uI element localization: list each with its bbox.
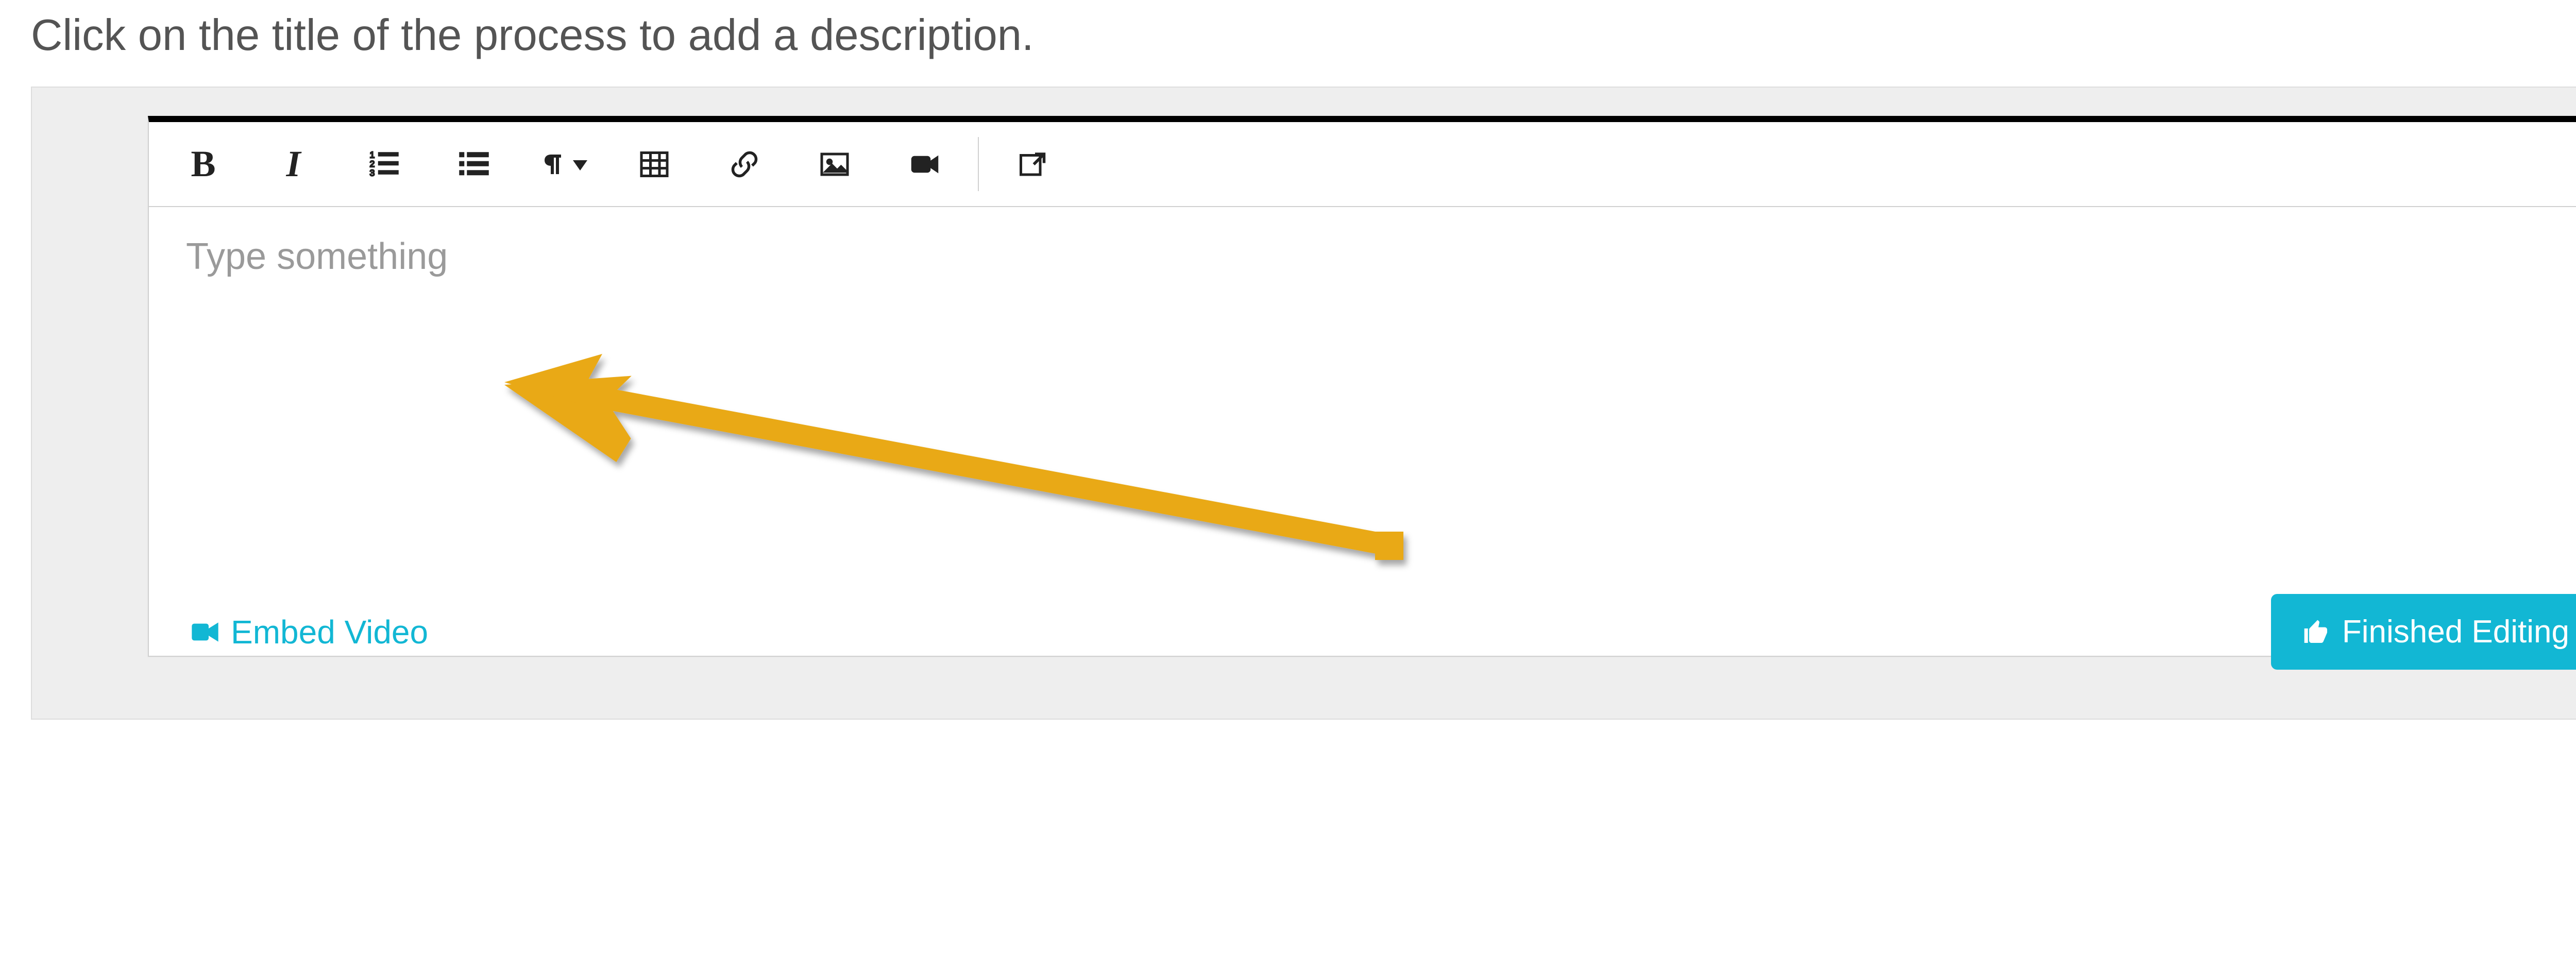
editor-toolbar: B I 1 2 3 xyxy=(149,122,2576,207)
editor-placeholder: Type something xyxy=(186,235,2562,278)
bold-button[interactable]: B xyxy=(158,122,248,207)
italic-button[interactable]: I xyxy=(248,122,338,207)
editor-textarea[interactable]: Type something xyxy=(149,207,2576,655)
instruction-text: Click on the title of the process to add… xyxy=(31,10,2576,61)
embed-video-label: Embed Video xyxy=(231,613,428,651)
link-button[interactable] xyxy=(699,122,789,207)
annotation-arrow xyxy=(499,351,1416,573)
video-button[interactable] xyxy=(879,122,970,207)
editor-panel: B I 1 2 3 xyxy=(31,87,2576,720)
thumbs-up-icon xyxy=(2302,618,2331,646)
panel-footer: Embed Video Finished Editing xyxy=(187,594,2576,670)
svg-text:3: 3 xyxy=(369,167,375,178)
table-icon xyxy=(639,149,670,180)
video-icon xyxy=(909,149,940,180)
ordered-list-button[interactable]: 1 2 3 xyxy=(338,122,429,207)
finished-editing-label: Finished Editing xyxy=(2342,614,2569,650)
table-button[interactable] xyxy=(609,122,699,207)
link-icon xyxy=(729,149,760,180)
paragraph-format-button[interactable] xyxy=(519,122,609,207)
ordered-list-icon: 1 2 3 xyxy=(368,149,399,180)
rich-text-editor: B I 1 2 3 xyxy=(148,116,2576,657)
image-icon xyxy=(819,149,850,180)
toolbar-separator xyxy=(978,137,979,191)
finished-editing-button[interactable]: Finished Editing xyxy=(2271,594,2576,670)
fullscreen-icon xyxy=(1017,149,1048,180)
unordered-list-button[interactable] xyxy=(429,122,519,207)
image-button[interactable] xyxy=(789,122,879,207)
chevron-down-icon xyxy=(573,160,587,171)
fullscreen-button[interactable] xyxy=(987,122,1077,207)
paragraph-icon xyxy=(541,152,566,177)
embed-video-link[interactable]: Embed Video xyxy=(187,613,428,651)
video-icon xyxy=(187,618,224,646)
unordered-list-icon xyxy=(459,149,489,180)
